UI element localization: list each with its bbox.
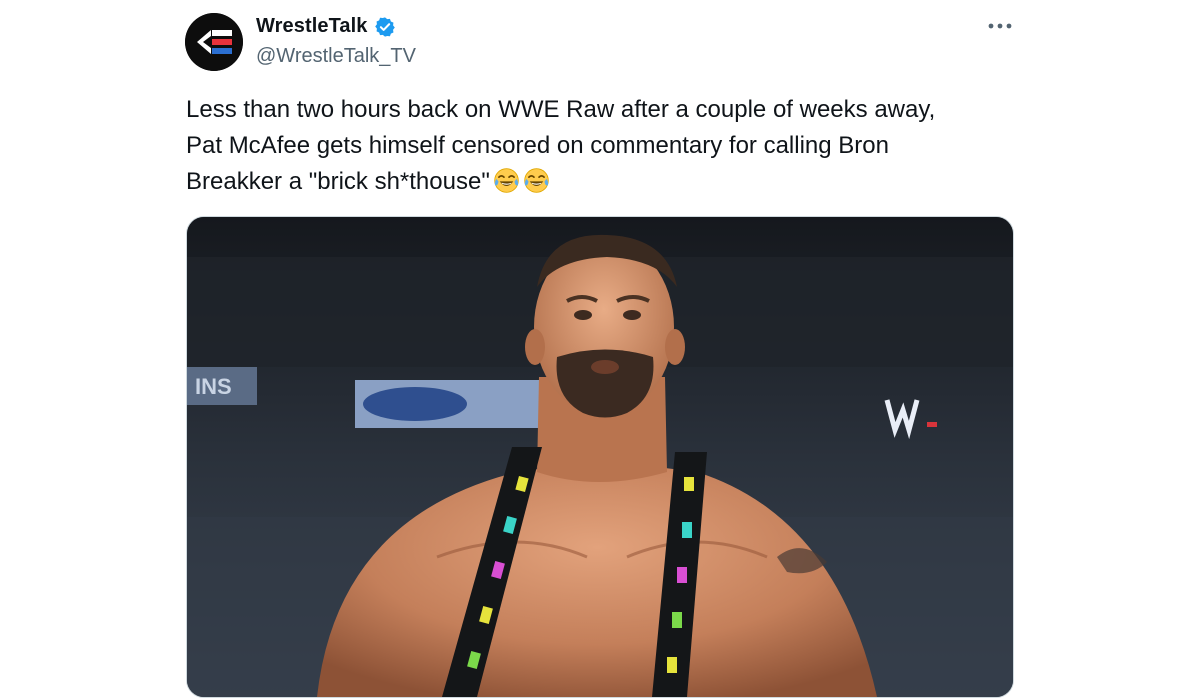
verified-badge-icon — [374, 16, 396, 38]
more-options-button[interactable] — [984, 14, 1016, 38]
wrestler-photo: INS — [187, 217, 1013, 697]
tweet-text-line: Breakker a "brick sh*thouse" — [186, 164, 1016, 200]
author-handle[interactable]: @WrestleTalk_TV — [256, 45, 416, 68]
author-display-name[interactable]: WrestleTalk — [256, 15, 368, 38]
more-options-icon — [988, 23, 1012, 29]
face-with-tears-of-joy-icon — [523, 167, 550, 194]
author-avatar[interactable] — [185, 13, 243, 71]
tweet-text-line: Pat McAfee gets himself censored on comm… — [186, 132, 889, 159]
tweet-text-line: Less than two hours back on WWE Raw afte… — [186, 96, 936, 123]
tweet-card: WrestleTalk @WrestleTalk_TV Less than tw… — [0, 0, 1200, 698]
tweet-media-image[interactable]: INS — [186, 216, 1014, 698]
wrestletalk-logo-icon — [185, 13, 243, 71]
arena-sign-text: INS — [195, 374, 232, 399]
tweet-text: Less than two hours back on WWE Raw afte… — [186, 92, 1016, 200]
face-with-tears-of-joy-icon — [493, 167, 520, 194]
tweet-text-line-content: Breakker a "brick sh*thouse" — [186, 168, 490, 195]
author-name-row: WrestleTalk — [256, 15, 396, 38]
